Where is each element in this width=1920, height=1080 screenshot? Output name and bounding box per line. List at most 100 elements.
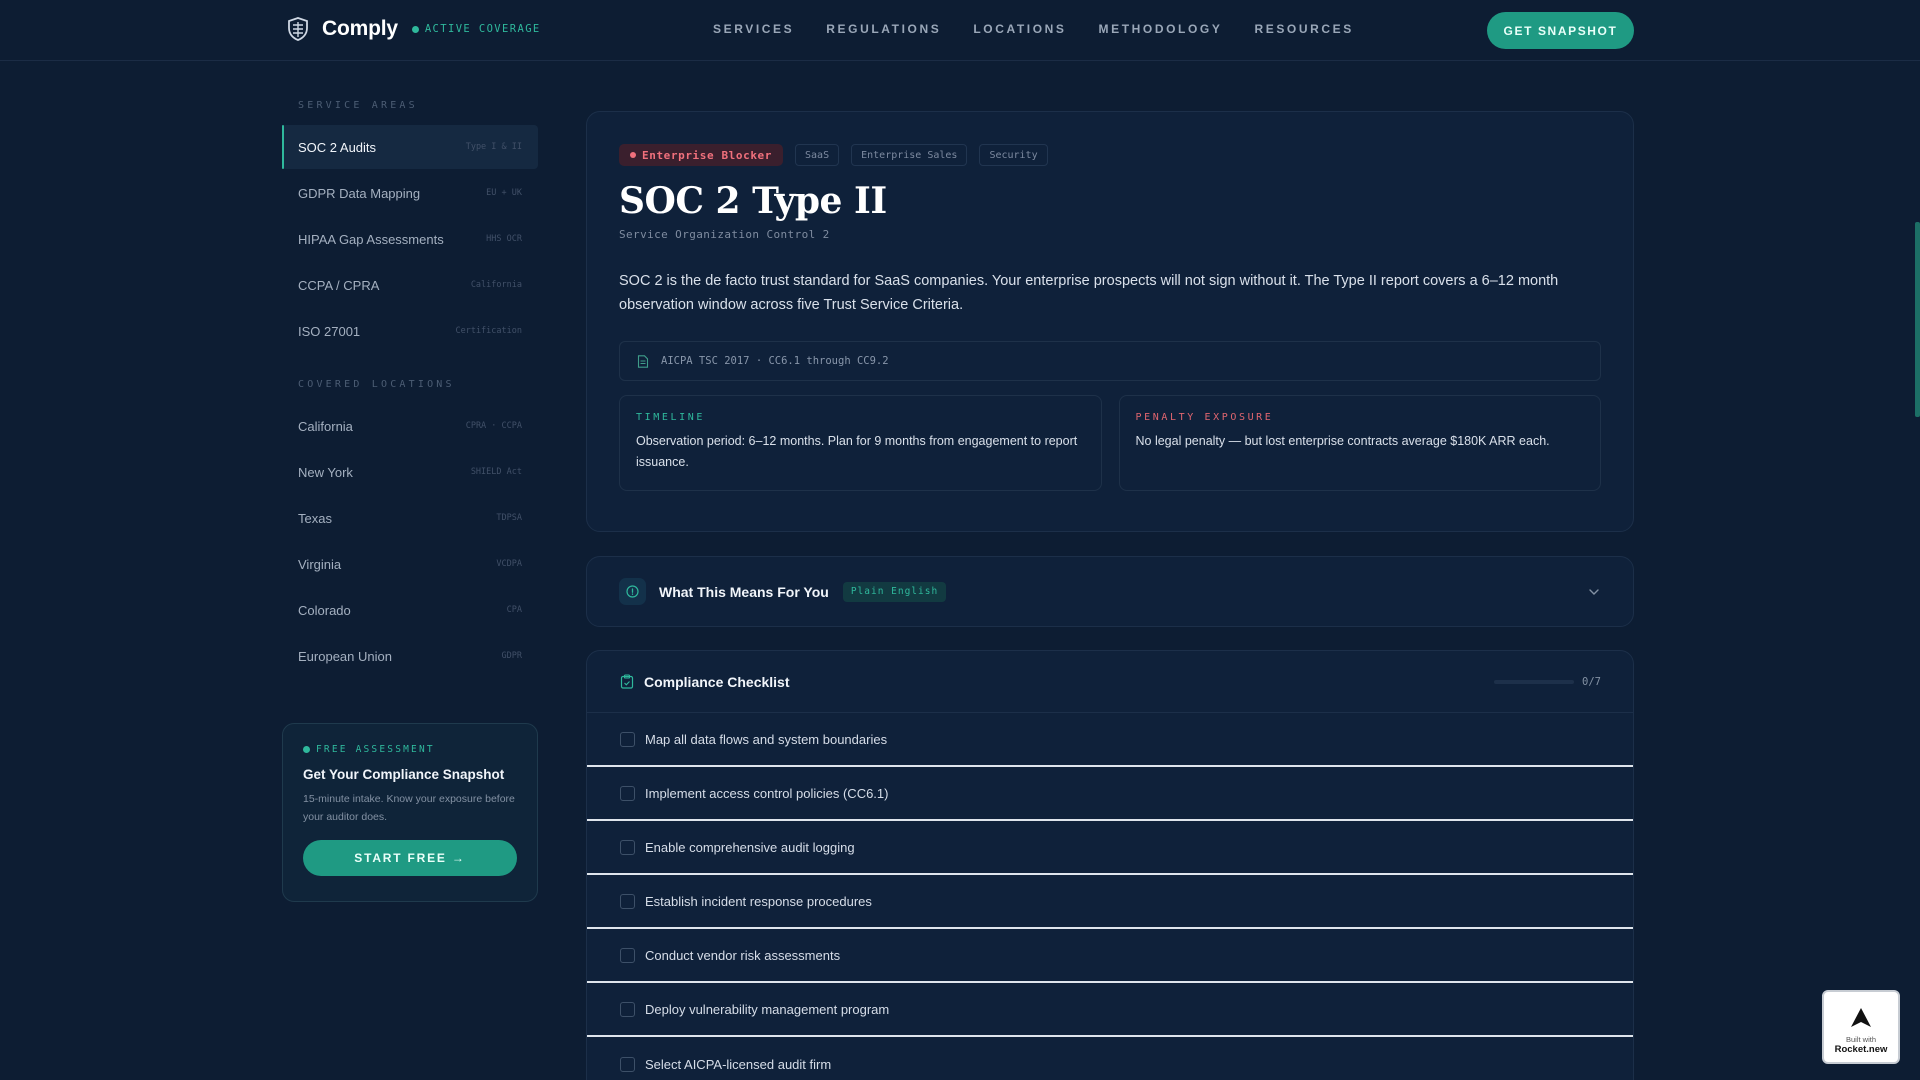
checklist-item[interactable]: Map all data flows and system boundaries — [587, 713, 1633, 767]
compliance-checklist: Compliance Checklist 0/7 Map all data fl… — [586, 650, 1634, 1080]
checkbox[interactable] — [620, 1056, 635, 1072]
main-nav: SERVICES REGULATIONS LOCATIONS METHODOLO… — [713, 22, 1386, 36]
sidebar-item-hipaa[interactable]: HIPAA Gap Assessments HHS OCR — [282, 217, 538, 261]
checklist-item[interactable]: Select AICPA-licensed audit firm — [587, 1037, 1633, 1080]
built-with-badge[interactable]: Built with Rocket.new — [1822, 990, 1900, 1064]
sidebar-item-gdpr[interactable]: GDPR Data Mapping EU + UK — [282, 171, 538, 215]
sidebar-item-tag: Type I & II — [465, 142, 522, 152]
checkbox[interactable] — [620, 947, 635, 963]
tag-security: Security — [979, 144, 1048, 166]
top-header: Comply ACTIVE COVERAGE SERVICES REGULATI… — [0, 0, 1920, 61]
nav-locations[interactable]: LOCATIONS — [973, 22, 1066, 36]
checkbox[interactable] — [620, 1001, 635, 1017]
sidebar-item-new-york[interactable]: New York SHIELD Act — [282, 450, 538, 494]
service-list: SOC 2 Audits Type I & II GDPR Data Mappi… — [282, 125, 538, 353]
sidebar-item-tag: GDPR — [501, 651, 522, 661]
checklist-item-label: Select AICPA-licensed audit firm — [645, 1056, 832, 1072]
sidebar-item-soc2[interactable]: SOC 2 Audits Type I & II — [282, 125, 538, 169]
rocket-arrow-icon — [1851, 1008, 1871, 1027]
nav-regulations[interactable]: REGULATIONS — [826, 22, 941, 36]
get-snapshot-button[interactable]: GET SNAPSHOT — [1487, 12, 1634, 49]
penalty-label: PENALTY EXPOSURE — [1135, 412, 1274, 423]
sidebar-item-tag: TDPSA — [496, 513, 522, 523]
sidebar-item-iso27001[interactable]: ISO 27001 Certification — [282, 309, 538, 353]
sidebar-item-ccpa[interactable]: CCPA / CPRA California — [282, 263, 538, 307]
sidebar-item-tag: California — [470, 280, 522, 290]
sidebar-item-tag: CPA — [506, 605, 522, 615]
promo-title: Get Your Compliance Snapshot — [303, 767, 505, 782]
clipboard-icon — [620, 674, 634, 689]
sidebar-item-virginia[interactable]: Virginia VCDPA — [282, 542, 538, 586]
sidebar-item-california[interactable]: California CPRA · CCPA — [282, 404, 538, 448]
checkbox[interactable] — [620, 839, 635, 855]
checklist-item-label: Implement access control policies (CC6.1… — [645, 785, 889, 801]
sidebar-item-label: HIPAA Gap Assessments — [298, 231, 444, 247]
regulation-description: SOC 2 is the de facto trust standard for… — [619, 273, 1559, 313]
service-areas-heading: SERVICE AREAS — [298, 100, 418, 111]
checklist-item[interactable]: Deploy vulnerability management program — [587, 983, 1633, 1037]
sidebar-item-label: European Union — [298, 648, 392, 664]
sidebar-item-tag: CPRA · CCPA — [465, 421, 522, 431]
sidebar-item-tag: Certification — [455, 326, 522, 336]
nav-methodology[interactable]: METHODOLOGY — [1099, 22, 1223, 36]
nav-services[interactable]: SERVICES — [713, 22, 794, 36]
page-subtitle: Service Organization Control 2 — [619, 228, 830, 241]
checklist-item-label: Conduct vendor risk assessments — [645, 947, 841, 963]
checklist-item-label: Map all data flows and system boundaries — [645, 731, 888, 747]
info-icon — [619, 578, 646, 605]
checkbox[interactable] — [620, 785, 635, 801]
enterprise-blocker-badge: Enterprise Blocker — [619, 144, 784, 166]
badge-brand-text: Rocket.new — [1834, 1044, 1888, 1055]
chevron-down-icon[interactable] — [1587, 585, 1601, 599]
checklist-item-label: Deploy vulnerability management program — [645, 1001, 890, 1017]
coverage-status: ACTIVE COVERAGE — [411, 23, 541, 35]
brand-name: Comply — [322, 17, 398, 40]
accordion-title: What This Means For You — [659, 583, 829, 600]
start-free-button[interactable]: START FREE → — [303, 840, 517, 876]
checklist-title: Compliance Checklist — [644, 673, 790, 690]
reference-bar: AICPA TSC 2017 · CC6.1 through CC9.2 — [619, 341, 1601, 381]
sidebar: SERVICE AREAS SOC 2 Audits Type I & II G… — [282, 100, 538, 680]
promo-description: 15-minute intake. Know your exposure bef… — [303, 793, 515, 823]
checkbox[interactable] — [620, 893, 635, 909]
document-icon — [637, 354, 649, 368]
alert-dot-icon — [630, 152, 636, 158]
badge-label: Enterprise Blocker — [642, 148, 773, 162]
sidebar-item-label: ISO 27001 — [298, 323, 361, 339]
checklist-item[interactable]: Enable comprehensive audit logging — [587, 821, 1633, 875]
brand[interactable]: Comply ACTIVE COVERAGE — [286, 17, 541, 41]
covered-locations-heading: COVERED LOCATIONS — [298, 379, 455, 390]
timeline-label: TIMELINE — [636, 412, 705, 423]
checkbox[interactable] — [620, 731, 635, 747]
sidebar-item-tag: VCDPA — [496, 559, 522, 569]
sidebar-item-texas[interactable]: Texas TDPSA — [282, 496, 538, 540]
nav-resources[interactable]: RESOURCES — [1254, 22, 1353, 36]
reference-text: AICPA TSC 2017 · CC6.1 through CC9.2 — [661, 355, 889, 367]
checklist-item-label: Enable comprehensive audit logging — [645, 839, 855, 855]
checklist-item[interactable]: Establish incident response procedures — [587, 875, 1633, 929]
checklist-item[interactable]: Conduct vendor risk assessments — [587, 929, 1633, 983]
penalty-card: PENALTY EXPOSURE No legal penalty — but … — [1118, 395, 1601, 491]
page-scrollbar[interactable] — [1915, 222, 1920, 417]
sidebar-item-label: Colorado — [298, 602, 351, 618]
sidebar-item-label: California — [298, 418, 353, 434]
checklist-item-label: Establish incident response procedures — [645, 893, 872, 909]
tag-enterprise-sales: Enterprise Sales — [851, 144, 968, 166]
checklist-item[interactable]: Implement access control policies (CC6.1… — [587, 767, 1633, 821]
metric-row: TIMELINE Observation period: 6–12 months… — [619, 395, 1601, 491]
promo-tag: FREE ASSESSMENT — [303, 744, 517, 755]
sidebar-item-tag: SHIELD Act — [470, 467, 522, 477]
badge-small-text: Built with — [1845, 1035, 1876, 1044]
location-list: California CPRA · CCPA New York SHIELD A… — [282, 404, 538, 678]
checklist-header: Compliance Checklist 0/7 — [587, 651, 1633, 713]
coverage-label: ACTIVE COVERAGE — [424, 23, 541, 35]
checklist-progress-bar — [1494, 679, 1575, 684]
progress-count: 0/7 — [1582, 675, 1601, 688]
sidebar-item-tag: HHS OCR — [486, 234, 522, 244]
sidebar-item-european-union[interactable]: European Union GDPR — [282, 634, 538, 678]
plain-english-badge: Plain English — [842, 581, 947, 602]
sidebar-item-label: Texas — [298, 510, 332, 526]
sidebar-item-colorado[interactable]: Colorado CPA — [282, 588, 538, 632]
plain-english-accordion[interactable]: What This Means For You Plain English — [586, 556, 1634, 627]
status-dot-icon — [303, 746, 310, 753]
